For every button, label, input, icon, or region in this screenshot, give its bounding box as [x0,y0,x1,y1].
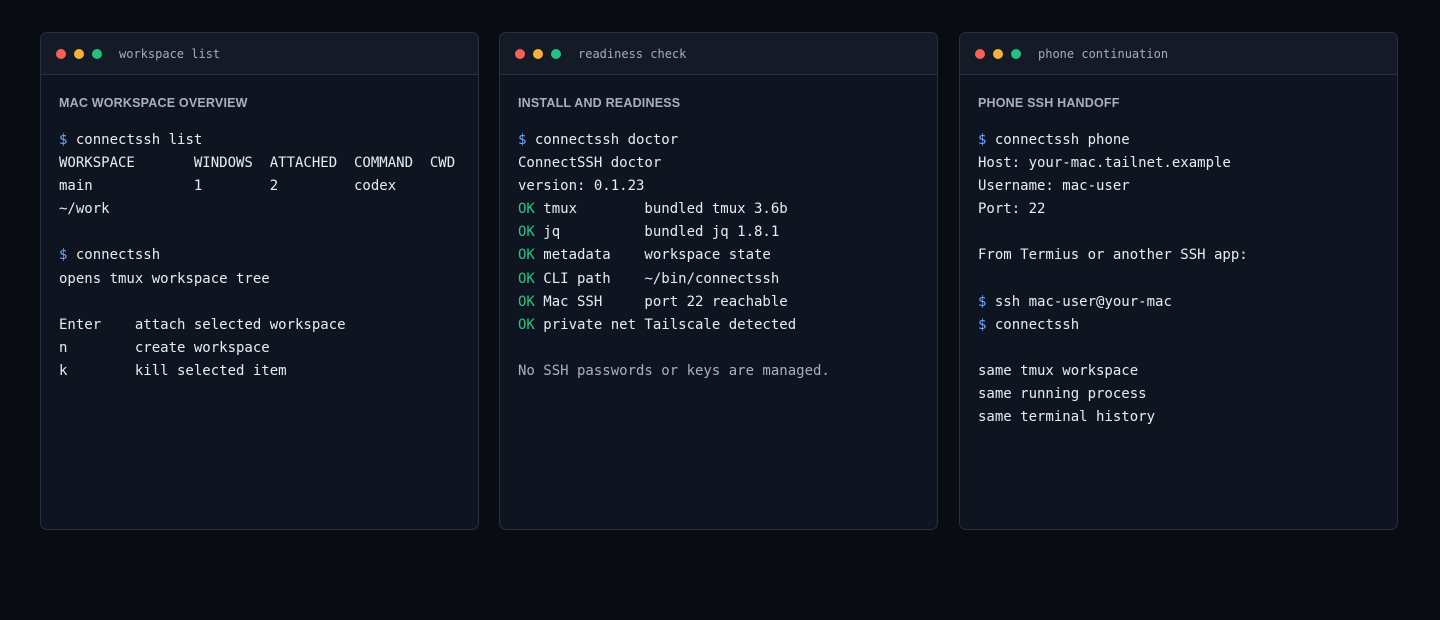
ok-status-badge: OK [518,293,535,310]
note-line: No SSH passwords or keys are managed. [518,362,830,379]
output-line: ~/work [59,201,110,218]
minimize-window-dot[interactable] [74,48,84,59]
check-result-line: OK Mac SSH port 22 reachable [518,291,919,314]
window-title: readiness check [578,46,687,61]
check-result-text: metadata workspace state [534,247,771,264]
window-titlebar: workspace list [41,33,478,75]
terminal-window-workspace-list: workspace list MAC WORKSPACE OVERVIEW $ … [40,32,479,530]
command-line: $ ssh mac-user@your-mac [978,291,1379,314]
close-window-dot[interactable] [515,48,525,59]
command-text: connectssh phone [986,132,1130,148]
zoom-window-dot[interactable] [92,48,102,59]
terminal-window-readiness-check: readiness check INSTALL AND READINESS $ … [499,32,938,530]
output-line: From Termius or another SSH app: [978,247,1248,264]
terminal-body: PHONE SSH HANDOFF $ connectssh phone Host… [960,75,1397,429]
command-line: $ connectssh phone [978,129,1379,152]
check-result-text: CLI path ~/bin/connectssh [534,270,780,287]
command-text: connectssh [986,316,1080,333]
check-result-line: OK CLI path ~/bin/connectssh [518,268,919,291]
check-result-text: Mac SSH port 22 reachable [534,293,788,310]
panel-heading: INSTALL AND READINESS [518,96,681,110]
close-window-dot[interactable] [56,48,66,59]
output-line: Host: your-mac.tailnet.example [978,155,1231,172]
check-result-line: OK jq bundled jq 1.8.1 [518,221,919,244]
minimize-window-dot[interactable] [533,48,543,59]
terminal-body: MAC WORKSPACE OVERVIEW $ connectssh list… [41,75,478,383]
minimize-window-dot[interactable] [993,48,1003,59]
output-line: version: 0.1.23 [518,178,645,195]
output-line: Username: mac-user [978,178,1130,195]
close-window-dot[interactable] [975,48,985,59]
command-text: ssh mac-user@your-mac [986,293,1172,310]
terminal-window-phone-continuation: phone continuation PHONE SSH HANDOFF $ c… [959,32,1398,530]
output-line: main 1 2 codex [59,178,397,195]
ok-status-badge: OK [518,316,535,333]
ok-status-badge: OK [518,270,535,287]
command-line: $ connectssh list [59,129,460,152]
command-text: connectssh doctor [526,132,679,148]
command-text: connectssh list [67,132,203,148]
output-line: WORKSPACE WINDOWS ATTACHED COMMAND CWD [59,155,456,172]
check-result-line: OK tmux bundled tmux 3.6b [518,198,919,221]
ok-status-badge: OK [518,224,535,241]
terminal-output: $ connectssh phone Host: your-mac.tailnet… [978,129,1379,429]
zoom-window-dot[interactable] [1011,48,1021,59]
terminal-output: $ connectssh doctor ConnectSSH doctor vers… [518,129,919,383]
terminal-showcase: workspace list MAC WORKSPACE OVERVIEW $ … [0,0,1440,620]
command-text: connectssh [67,247,161,264]
terminal-output: $ connectssh list WORKSPACE WINDOWS ATTAC… [59,129,460,383]
check-result-line: OK metadata workspace state [518,244,919,267]
output-line: same terminal history [978,409,1156,426]
check-result-line: OK private net Tailscale detected [518,314,919,337]
terminal-body: INSTALL AND READINESS $ connectssh docto… [500,75,937,383]
zoom-window-dot[interactable] [551,48,561,59]
output-line: same running process [978,386,1147,403]
output-line: Port: 22 [978,201,1046,218]
window-title: phone continuation [1038,46,1169,61]
check-result-text: jq bundled jq 1.8.1 [534,224,780,241]
window-titlebar: phone continuation [960,33,1397,75]
panel-heading: MAC WORKSPACE OVERVIEW [59,96,248,110]
window-titlebar: readiness check [500,33,937,75]
check-result-text: tmux bundled tmux 3.6b [534,201,788,218]
output-line: ConnectSSH doctor [518,155,662,172]
ok-status-badge: OK [518,247,535,264]
output-line: Enter attach selected workspace [59,316,346,333]
check-result-text: private net Tailscale detected [534,316,797,333]
window-title: workspace list [119,46,221,61]
command-line: $ connectssh doctor [518,129,919,152]
output-line: k kill selected item [59,362,287,379]
ok-status-badge: OK [518,201,535,218]
output-line: same tmux workspace [978,362,1139,379]
output-line: n create workspace [59,339,270,356]
output-line: opens tmux workspace tree [59,270,270,287]
panel-heading: PHONE SSH HANDOFF [978,96,1120,110]
command-line: $ connectssh [978,314,1379,337]
command-line: $ connectssh [59,244,460,267]
